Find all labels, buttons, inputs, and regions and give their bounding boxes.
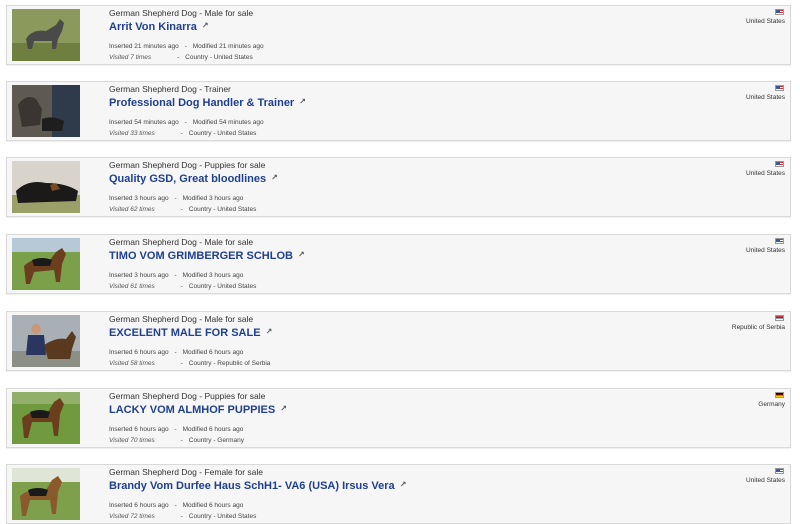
- visited-count: Visited 58 times: [109, 360, 155, 367]
- listing-card: German Shepherd Dog - Male for sale TIMO…: [6, 234, 791, 294]
- inserted-time: Inserted 6 hours ago: [109, 349, 169, 356]
- modified-time: Modified 6 hours ago: [182, 426, 244, 433]
- external-link-icon[interactable]: ↗: [400, 480, 407, 489]
- country-label: United States: [745, 18, 785, 25]
- listing-list: German Shepherd Dog - Male for sale Arri…: [0, 0, 800, 524]
- country-label: United States: [745, 94, 785, 101]
- listing-country: Country - United States: [185, 54, 253, 61]
- listing-stats: Visited 62 times - Country - United States: [109, 206, 257, 213]
- visited-count: Visited 7 times: [109, 54, 152, 61]
- listing-title-link[interactable]: Arrit Von Kinarra ↗: [109, 21, 209, 33]
- listing-thumbnail[interactable]: [12, 468, 80, 520]
- listing-thumbnail[interactable]: [12, 238, 80, 290]
- listing-country: Country - United States: [188, 206, 257, 213]
- visited-count: Visited 61 times: [109, 283, 155, 290]
- external-link-icon[interactable]: ↗: [202, 21, 209, 30]
- listing-card: German Shepherd Dog - Trainer Profession…: [6, 81, 791, 141]
- modified-time: Modified 6 hours ago: [182, 349, 244, 356]
- visited-count: Visited 70 times: [109, 437, 155, 444]
- listing-dates: Inserted 3 hours ago - Modified 3 hours ag…: [109, 195, 244, 202]
- listing-dates: Inserted 6 hours ago - Modified 6 hours ag…: [109, 349, 244, 356]
- listing-stats: Visited 70 times - Country - Germany: [109, 437, 245, 444]
- listing-country: Country - Republic of Serbia: [188, 360, 271, 367]
- listing-title-link[interactable]: Brandy Vom Durfee Haus SchH1- VA6 (USA) …: [109, 480, 406, 492]
- listing-title-text: TIMO VOM GRIMBERGER SCHLOB: [109, 250, 293, 262]
- us-flag-icon: [775, 238, 784, 244]
- listing-title-text: Brandy Vom Durfee Haus SchH1- VA6 (USA) …: [109, 480, 395, 492]
- listing-category: German Shepherd Dog - Puppies for sale: [109, 391, 266, 401]
- listing-card: German Shepherd Dog - Male for sale Arri…: [6, 5, 791, 65]
- inserted-time: Inserted 54 minutes ago: [109, 119, 179, 126]
- modified-time: Modified 21 minutes ago: [192, 43, 264, 50]
- listing-title-text: LACKY VOM ALMHOF PUPPIES: [109, 404, 276, 416]
- country-label: Germany: [758, 401, 785, 408]
- listing-title-link[interactable]: Quality GSD, Great bloodlines ↗: [109, 173, 278, 185]
- listing-dates: Inserted 21 minutes ago - Modified 21 minu…: [109, 43, 264, 50]
- inserted-time: Inserted 6 hours ago: [109, 426, 169, 433]
- listing-category: German Shepherd Dog - Puppies for sale: [109, 160, 266, 170]
- inserted-time: Inserted 21 minutes ago: [109, 43, 179, 50]
- listing-title-text: Professional Dog Handler & Trainer: [109, 97, 295, 109]
- external-link-icon[interactable]: ↗: [280, 404, 287, 413]
- us-flag-icon: [775, 85, 784, 91]
- listing-card: German Shepherd Dog - Puppies for sale L…: [6, 388, 791, 448]
- us-flag-icon: [775, 9, 784, 15]
- external-link-icon[interactable]: ↗: [298, 250, 305, 259]
- visited-count: Visited 33 times: [109, 130, 155, 137]
- listing-category: German Shepherd Dog - Male for sale: [109, 8, 254, 18]
- us-flag-icon: [775, 468, 784, 474]
- listing-category: German Shepherd Dog - Male for sale: [109, 314, 254, 324]
- listing-card: German Shepherd Dog - Puppies for sale Q…: [6, 157, 791, 217]
- listing-stats: Visited 58 times - Country - Republic of S…: [109, 360, 271, 367]
- listing-stats: Visited 7 times - Country - United States: [109, 54, 253, 61]
- listing-title-text: Arrit Von Kinarra: [109, 21, 197, 33]
- listing-category: German Shepherd Dog - Male for sale: [109, 237, 254, 247]
- us-flag-icon: [775, 161, 784, 167]
- listing-dates: Inserted 54 minutes ago - Modified 54 minu…: [109, 119, 264, 126]
- listing-title-link[interactable]: EXCELENT MALE FOR SALE ↗: [109, 327, 272, 339]
- country-label: United States: [745, 247, 785, 254]
- listing-dates: Inserted 6 hours ago - Modified 6 hours ag…: [109, 502, 244, 509]
- listing-card: German Shepherd Dog - Female for sale Br…: [6, 464, 791, 524]
- listing-dates: Inserted 6 hours ago - Modified 6 hours ag…: [109, 426, 244, 433]
- listing-country: Country - Germany: [188, 437, 245, 444]
- modified-time: Modified 6 hours ago: [182, 502, 244, 509]
- listing-stats: Visited 33 times - Country - United States: [109, 130, 257, 137]
- country-label: United States: [745, 477, 785, 484]
- modified-time: Modified 3 hours ago: [182, 195, 244, 202]
- listing-title-link[interactable]: Professional Dog Handler & Trainer ↗: [109, 97, 306, 109]
- inserted-time: Inserted 3 hours ago: [109, 195, 169, 202]
- country-label: United States: [745, 170, 785, 177]
- listing-title-link[interactable]: LACKY VOM ALMHOF PUPPIES ↗: [109, 404, 287, 416]
- inserted-time: Inserted 6 hours ago: [109, 502, 169, 509]
- listing-thumbnail[interactable]: [12, 161, 80, 213]
- listing-country: Country - United States: [188, 130, 257, 137]
- listing-thumbnail[interactable]: [12, 9, 80, 61]
- listing-country: Country - United States: [188, 283, 257, 290]
- modified-time: Modified 54 minutes ago: [192, 119, 264, 126]
- listing-dates: Inserted 3 hours ago - Modified 3 hours ag…: [109, 272, 244, 279]
- inserted-time: Inserted 3 hours ago: [109, 272, 169, 279]
- external-link-icon[interactable]: ↗: [299, 97, 306, 106]
- country-label: Republic of Serbia: [731, 324, 785, 331]
- germany-flag-icon: [775, 392, 784, 398]
- listing-title-text: EXCELENT MALE FOR SALE: [109, 327, 261, 339]
- listing-stats: Visited 61 times - Country - United States: [109, 283, 257, 290]
- listing-title-link[interactable]: TIMO VOM GRIMBERGER SCHLOB ↗: [109, 250, 305, 262]
- listing-category: German Shepherd Dog - Trainer: [109, 84, 231, 94]
- external-link-icon[interactable]: ↗: [271, 173, 278, 182]
- serbia-flag-icon: [775, 315, 784, 321]
- modified-time: Modified 3 hours ago: [182, 272, 244, 279]
- external-link-icon[interactable]: ↗: [266, 327, 273, 336]
- listing-thumbnail[interactable]: [12, 315, 80, 367]
- visited-count: Visited 62 times: [109, 206, 155, 213]
- listing-thumbnail[interactable]: [12, 392, 80, 444]
- listing-title-text: Quality GSD, Great bloodlines: [109, 173, 267, 185]
- listing-card: German Shepherd Dog - Male for sale EXCE…: [6, 311, 791, 371]
- listing-thumbnail[interactable]: [12, 85, 80, 137]
- listing-category: German Shepherd Dog - Female for sale: [109, 467, 264, 477]
